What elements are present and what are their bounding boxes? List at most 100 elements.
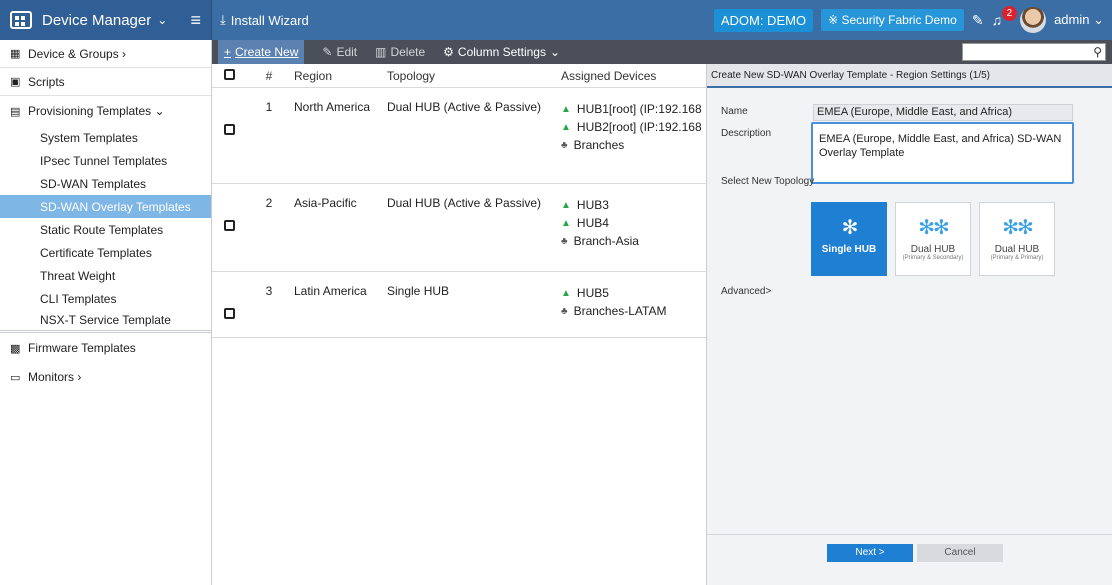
wrench-icon[interactable]: ✎ <box>972 12 984 29</box>
cancel-button[interactable]: Cancel <box>917 544 1003 562</box>
topology-label-text: Single HUB <box>821 244 877 255</box>
group-icon: ♣ <box>561 139 568 151</box>
topology-dual-hub-primary-secondary[interactable]: ✻✻ Dual HUB (Primary & Secondary) <box>895 202 971 276</box>
next-button[interactable]: Next > <box>827 544 913 562</box>
sidebar-item-device-groups[interactable]: ▦ Device & Groups › <box>0 40 211 68</box>
panel-toolbar: ⚲ <box>706 40 1112 64</box>
sidebar-item-threat-weight[interactable]: Threat Weight <box>0 264 211 287</box>
name-field[interactable]: EMEA (Europe, Middle East, and Africa) <box>813 104 1073 121</box>
device-icon: ▦ <box>10 48 21 60</box>
create-new-button[interactable]: + Create New <box>218 40 305 64</box>
install-wizard-button[interactable]: ⤓ Install Wizard <box>220 12 309 28</box>
row-region: North America <box>294 100 371 114</box>
table-header: # Region Topology Assigned Devices <box>212 64 706 88</box>
row-number: 1 <box>265 100 273 114</box>
sidebar-item-sdwan-templates[interactable]: SD-WAN Templates <box>0 172 211 195</box>
snowflake-icon: ✻✻ <box>1002 217 1034 239</box>
select-all-checkbox[interactable] <box>224 68 235 80</box>
arrow-up-icon: ▲ <box>561 103 571 115</box>
user-menu[interactable]: admin ⌄ <box>1054 12 1104 28</box>
sidebar-item-label: Static Route Templates <box>40 222 164 237</box>
chevron-down-icon: ⌄ <box>157 13 168 27</box>
topology-label-text: Dual HUB <box>994 244 1040 255</box>
sidebar-item-label: SD-WAN Templates <box>40 176 147 191</box>
device-entry: ▲ HUB5 <box>561 284 706 302</box>
sidebar-item-scripts[interactable]: ▣ Scripts <box>0 68 211 96</box>
security-fabric-button[interactable]: ※ Security Fabric Demo <box>821 9 964 31</box>
group-label: Branches <box>573 138 625 152</box>
row-region: Asia-Pacific <box>294 196 357 210</box>
arrow-up-icon: ▲ <box>561 287 571 299</box>
group-entry: ♣ Branch-Asia <box>561 232 706 250</box>
name-label: Name <box>721 106 748 117</box>
row-topology: Dual HUB (Active & Passive) <box>387 196 542 210</box>
plus-icon: + <box>224 45 232 59</box>
delete-button[interactable]: ▥ Delete <box>375 45 425 59</box>
row-checkbox[interactable] <box>224 220 235 231</box>
sidebar-item-provisioning[interactable]: ▤ Provisioning Templates ⌄ <box>0 96 211 126</box>
device-label: HUB5 <box>576 286 609 300</box>
group-entry: ♣ Branches-LATAM <box>561 302 706 320</box>
search-icon[interactable]: ⚲ <box>1093 45 1102 59</box>
snowflake-icon: ✻✻ <box>918 217 950 239</box>
sidebar-item-label: CLI Templates <box>40 291 117 306</box>
app-switcher[interactable]: Device Manager ⌄ ≡ <box>0 0 212 40</box>
sidebar-item-nsxt-service-template[interactable]: NSX-T Service Template <box>0 310 211 333</box>
sidebar-item-certificate-templates[interactable]: Certificate Templates <box>0 241 211 264</box>
advanced-toggle[interactable]: Advanced> <box>721 286 771 297</box>
topology-sublabel: (Primary & Primary) <box>990 255 1044 261</box>
table-row[interactable]: 3 Latin America Single HUB ▲ HUB5 ♣ Branch… <box>212 272 706 338</box>
device-label: HUB1[root] (IP:192.168 <box>576 102 702 116</box>
column-settings-label: Column Settings <box>457 45 546 59</box>
sidebar-item-label: Scripts <box>28 74 65 89</box>
sidebar-item-static-route-templates[interactable]: Static Route Templates <box>0 218 211 241</box>
device-label: HUB3 <box>576 198 609 212</box>
sidebar: ▦ Device & Groups › ▣ Scripts ▤ Provisio… <box>0 40 212 585</box>
column-header-topology[interactable]: Topology <box>387 69 561 83</box>
device-entry: ▲ HUB3 <box>561 196 706 214</box>
adom-badge[interactable]: ADOM: DEMO <box>713 8 814 32</box>
menu-icon[interactable]: ≡ <box>190 10 201 31</box>
device-entry: ▲ HUB1[root] (IP:192.168 <box>561 100 706 118</box>
sidebar-item-firmware-templates[interactable]: ▩ Firmware Templates <box>0 333 211 363</box>
row-region: Latin America <box>294 284 367 298</box>
edit-button[interactable]: ✎ Edit <box>322 45 357 59</box>
bell-icon[interactable]: ♫ 2 <box>992 6 1018 28</box>
device-label: HUB2[root] (IP:192.168 <box>576 120 702 134</box>
column-header-number[interactable]: # <box>244 69 294 83</box>
row-topology: Dual HUB (Active & Passive) <box>387 100 542 114</box>
row-checkbox[interactable] <box>224 124 235 135</box>
gear-icon: ⚙ <box>443 45 454 59</box>
sidebar-item-label: Monitors <box>28 370 75 384</box>
create-template-panel: Create New SD-WAN Overlay Template - Reg… <box>706 64 1112 585</box>
description-label: Description <box>721 128 772 139</box>
table-row[interactable]: 2 Asia-Pacific Dual HUB (Active & Passiv… <box>212 184 706 272</box>
install-icon: ⤓ <box>220 12 226 27</box>
avatar[interactable] <box>1020 7 1047 33</box>
script-icon: ▣ <box>10 76 21 88</box>
table-row[interactable]: 1 North America Dual HUB (Active & Passi… <box>212 88 706 184</box>
column-settings-button[interactable]: ⚙ Column Settings ⌄ <box>443 45 560 59</box>
device-entry: ▲ HUB4 <box>561 214 706 232</box>
group-label: Branches-LATAM <box>573 304 667 318</box>
topology-single-hub[interactable]: ✻ Single HUB <box>811 202 887 276</box>
row-checkbox[interactable] <box>224 308 235 319</box>
sidebar-item-ipsec-tunnel-templates[interactable]: IPsec Tunnel Templates <box>0 149 211 172</box>
notification-badge: 2 <box>1001 6 1018 21</box>
main-toolbar: + Create New ✎ Edit ▥ Delete ⚙ Column Se… <box>212 40 706 64</box>
row-number: 2 <box>265 196 273 210</box>
templates-table: # Region Topology Assigned Devices 1 Nor… <box>212 64 706 338</box>
sidebar-item-system-templates[interactable]: System Templates <box>0 126 211 149</box>
column-header-assigned-devices[interactable]: Assigned Devices <box>561 69 706 83</box>
sidebar-item-sdwan-overlay-templates[interactable]: SD-WAN Overlay Templates <box>0 195 211 218</box>
app-grid-icon <box>10 11 32 29</box>
user-name: admin <box>1054 12 1090 27</box>
sidebar-item-label: System Templates <box>40 130 138 145</box>
row-topology: Single HUB <box>387 284 450 298</box>
search-input[interactable]: ⚲ <box>962 43 1106 61</box>
topology-dual-hub-primary-primary[interactable]: ✻✻ Dual HUB (Primary & Primary) <box>979 202 1055 276</box>
sidebar-item-monitors[interactable]: ▭ Monitors › <box>0 363 211 391</box>
sidebar-item-cli-templates[interactable]: CLI Templates <box>0 287 211 310</box>
column-header-region[interactable]: Region <box>294 69 387 83</box>
description-field[interactable]: EMEA (Europe, Middle East, and Africa) S… <box>811 122 1074 184</box>
